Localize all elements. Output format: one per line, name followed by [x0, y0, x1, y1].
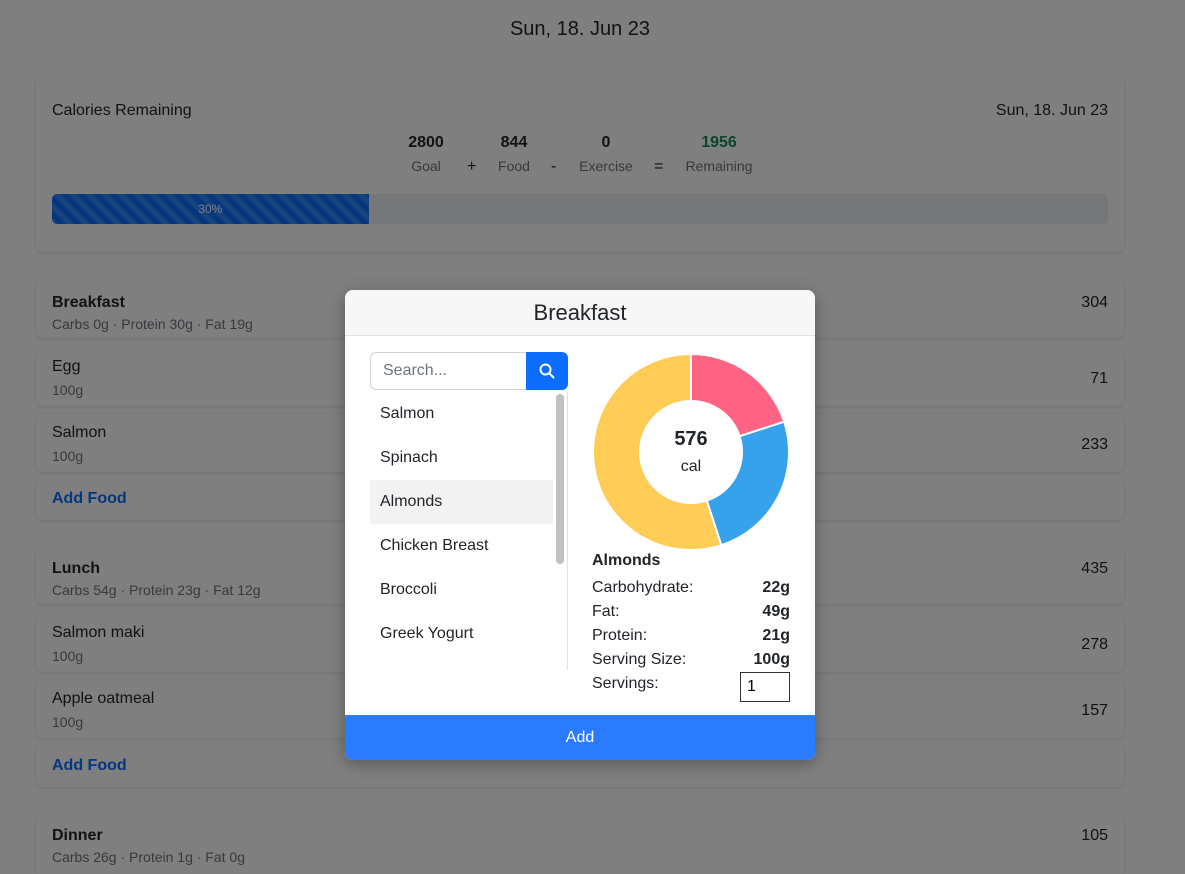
search-button[interactable]	[526, 352, 568, 390]
food-details: Almonds Carbohydrate: 22g Fat: 49g Prote…	[592, 552, 790, 702]
add-food-modal: Breakfast Salmon Spinach Almonds Chicken…	[345, 290, 815, 760]
servings-row: Servings:	[592, 672, 790, 702]
servings-label: Servings:	[592, 675, 659, 692]
servings-input[interactable]	[740, 672, 790, 702]
carbohydrate-row: Carbohydrate: 22g	[592, 576, 790, 600]
serving-size-label: Serving Size:	[592, 651, 687, 668]
search-group	[370, 352, 568, 390]
protein-value: 21g	[762, 627, 790, 644]
search-icon	[539, 363, 555, 379]
add-button[interactable]: Add	[345, 715, 815, 760]
donut-center: 576 cal	[591, 352, 791, 552]
carbohydrate-value: 22g	[762, 579, 790, 596]
app-page: Sun, 18. Jun 23 Calories Remaining Sun, …	[0, 0, 1185, 874]
donut-unit: cal	[680, 458, 702, 475]
serving-size-value: 100g	[753, 651, 790, 668]
food-result-item[interactable]: Chicken Breast	[370, 524, 553, 568]
protein-row: Protein: 21g	[592, 624, 790, 648]
food-search-results: Salmon Spinach Almonds Chicken Breast Br…	[370, 392, 568, 670]
food-result-item[interactable]: Broccoli	[370, 568, 553, 612]
selected-food-name: Almonds	[592, 552, 661, 569]
nutrition-donut-chart: 576 cal	[591, 352, 791, 552]
food-result-item[interactable]: Spinach	[370, 436, 553, 480]
fat-value: 49g	[762, 603, 790, 620]
carbohydrate-label: Carbohydrate:	[592, 579, 694, 596]
modal-title: Breakfast	[345, 290, 815, 336]
fat-row: Fat: 49g	[592, 600, 790, 624]
food-result-item-selected[interactable]: Almonds	[370, 480, 553, 524]
fat-label: Fat:	[592, 603, 620, 620]
donut-calories: 576	[674, 428, 708, 450]
food-result-item[interactable]: Greek Yogurt	[370, 612, 553, 656]
search-input[interactable]	[370, 352, 527, 390]
serving-size-row: Serving Size: 100g	[592, 648, 790, 672]
protein-label: Protein:	[592, 627, 648, 644]
food-list-scrollbar[interactable]	[556, 394, 564, 564]
food-result-item[interactable]: Salmon	[370, 392, 553, 436]
